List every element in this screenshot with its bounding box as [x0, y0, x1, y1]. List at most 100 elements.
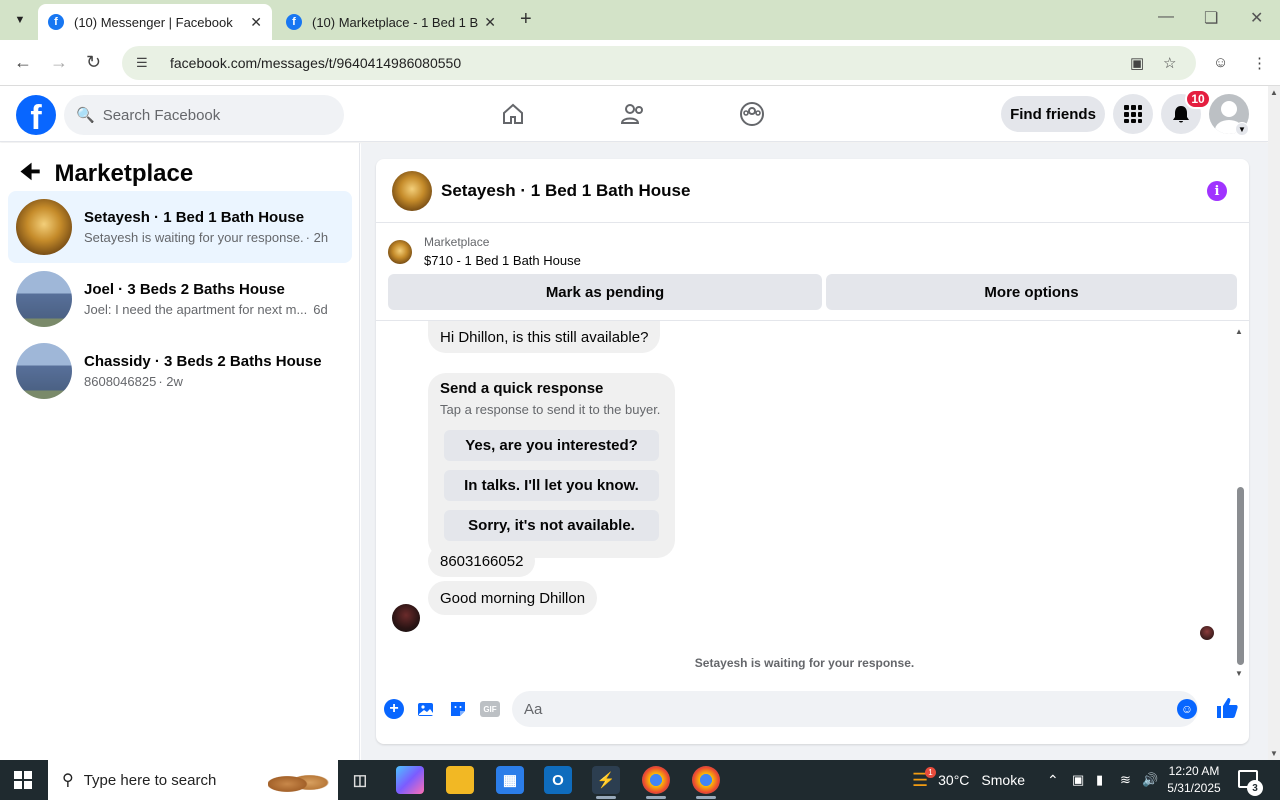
plus-icon[interactable]: +	[384, 699, 404, 719]
site-settings-icon[interactable]: ☰	[136, 55, 154, 71]
listing-thumbnail	[16, 199, 72, 255]
conversation-preview: Joel: I need the apartment for next m...	[84, 302, 308, 317]
browser-menu-icon[interactable]: ⋮	[1252, 54, 1267, 72]
tab-title: (10) Marketplace - 1 Bed 1 Bath	[312, 14, 479, 30]
bookmark-star-icon[interactable]: ☆	[1163, 54, 1176, 72]
sender-avatar[interactable]	[392, 604, 420, 632]
message-input[interactable]: Aa	[512, 691, 1198, 727]
search-placeholder: Search Facebook	[102, 106, 221, 124]
sidebar-header: 🠈 Marketplace	[20, 155, 193, 193]
scroll-up-icon[interactable]: ▲	[1270, 88, 1278, 97]
tab-search-chevron-icon[interactable]: ▼	[8, 8, 32, 32]
search-icon: ⚲	[62, 772, 74, 789]
scroll-up-icon[interactable]: ▲	[1235, 327, 1243, 336]
listing-thumbnail	[388, 239, 412, 264]
quick-response-button[interactable]: Yes, are you interested?	[444, 430, 659, 461]
page-scrollbar[interactable]: ▲ ▼	[1268, 86, 1280, 760]
chrome-icon[interactable]	[642, 766, 670, 799]
search-highlight-image	[268, 766, 332, 796]
facebook-favicon-icon: f	[48, 14, 64, 30]
windows-start-icon[interactable]	[14, 771, 32, 789]
volume-icon[interactable]: 🔊	[1142, 760, 1158, 800]
grid-menu-icon[interactable]	[1113, 94, 1153, 134]
marketplace-sidebar: 🠈 Marketplace Setayesh · 1 Bed 1 Bath Ho…	[0, 143, 360, 760]
quick-response-button[interactable]: Sorry, it's not available.	[444, 510, 659, 541]
meet-now-icon[interactable]: ▣	[1072, 760, 1084, 800]
clock-time: 12:20 AM	[1168, 764, 1220, 778]
store-icon[interactable]: ▦	[496, 766, 524, 794]
listing-summary[interactable]: Marketplace $710 - 1 Bed 1 Bath House	[388, 235, 581, 268]
browser-tab-strip: ▼ f (10) Messenger | Facebook ✕ f (10) M…	[0, 0, 1280, 40]
chevron-down-icon[interactable]: ▼	[1235, 122, 1249, 136]
sticker-icon[interactable]	[448, 699, 468, 719]
back-arrow-icon[interactable]: 🠈	[20, 155, 40, 193]
profile-icon[interactable]: ☺	[1213, 54, 1228, 71]
forward-arrow-icon[interactable]: →	[50, 52, 68, 73]
conversation-time: 6d	[313, 302, 328, 317]
install-app-icon[interactable]: ▣	[1130, 54, 1144, 72]
conversation-item[interactable]: Setayesh · 1 Bed 1 Bath House Setayesh i…	[8, 191, 352, 263]
message-bubble: Hi Dhillon, is this still available?	[428, 321, 661, 353]
tab-title: (10) Messenger | Facebook	[74, 14, 233, 30]
friends-icon[interactable]	[619, 100, 647, 128]
mark-as-pending-button[interactable]: Mark as pending	[388, 274, 822, 310]
conversation-item[interactable]: Chassidy · 3 Beds 2 Baths House 86080468…	[8, 335, 352, 407]
chat-title[interactable]: Setayesh · 1 Bed 1 Bath House	[441, 181, 690, 201]
app-icon[interactable]: ⚡	[592, 766, 620, 799]
quick-response-button[interactable]: In talks. I'll let you know.	[444, 470, 659, 501]
window-close-icon[interactable]: ✕	[1250, 8, 1263, 28]
message-bubble: Good morning Dhillon	[428, 581, 598, 615]
conversation-item[interactable]: Joel · 3 Beds 2 Baths House Joel: I need…	[8, 263, 352, 335]
gif-icon[interactable]: GIF	[480, 701, 500, 717]
scroll-down-icon[interactable]: ▼	[1270, 749, 1278, 758]
browser-tab-messenger[interactable]: f (10) Messenger | Facebook ✕	[38, 4, 272, 40]
waiting-status: Setayesh is waiting for your response.	[694, 656, 915, 670]
task-view-icon[interactable]: ◫	[346, 766, 374, 794]
search-icon: 🔍	[76, 107, 95, 124]
conversation-time: · 2w	[158, 374, 183, 389]
wifi-icon[interactable]: ≋	[1120, 760, 1131, 800]
thumbs-up-icon[interactable]	[1215, 696, 1239, 726]
tab-close-icon[interactable]: ✕	[250, 14, 262, 31]
clock-date: 5/31/2025	[1167, 781, 1221, 795]
scroll-down-icon[interactable]: ▼	[1235, 669, 1243, 678]
facebook-search-input[interactable]: 🔍 Search Facebook	[64, 95, 344, 135]
listing-label: Marketplace	[424, 235, 490, 249]
home-icon[interactable]	[499, 100, 527, 128]
minimize-icon[interactable]: —	[1158, 8, 1174, 26]
conversation-preview: Setayesh is waiting for your response.	[84, 230, 304, 245]
file-explorer-icon[interactable]	[446, 766, 474, 794]
message-placeholder: Aa	[524, 700, 543, 718]
facebook-logo[interactable]: f	[16, 95, 56, 135]
taskbar-clock[interactable]: 12:20 AM 5/31/2025	[1158, 763, 1230, 797]
outlook-icon[interactable]: O	[544, 766, 572, 794]
chat-avatar[interactable]	[392, 170, 432, 211]
weather-temp: 30°C	[938, 772, 970, 788]
back-arrow-icon[interactable]: ←	[14, 52, 32, 73]
photo-icon[interactable]	[416, 699, 436, 719]
address-bar[interactable]: ☰ facebook.com/messages/t/96404149860805…	[122, 46, 1196, 80]
facebook-favicon-icon: f	[286, 14, 302, 30]
tab-close-icon[interactable]: ✕	[484, 14, 496, 31]
new-tab-plus-icon[interactable]: +	[520, 8, 532, 31]
taskbar-search-input[interactable]: ⚲ Type here to search	[48, 760, 338, 800]
listing-thumbnail	[16, 271, 72, 327]
info-icon[interactable]: i	[1207, 181, 1227, 201]
sidebar-title: Marketplace	[54, 160, 194, 187]
more-options-button[interactable]: More options	[826, 274, 1237, 310]
restore-icon[interactable]: ❏	[1204, 8, 1218, 28]
browser-tab-marketplace[interactable]: f (10) Marketplace - 1 Bed 1 Bath ✕	[276, 4, 506, 40]
chrome-profile-icon[interactable]	[692, 766, 720, 799]
scroll-thumb[interactable]	[1237, 487, 1244, 665]
quick-response-panel: Send a quick response Tap a response to …	[428, 373, 675, 558]
weather-widget[interactable]: ☰ 30°C Smoke	[912, 760, 1025, 800]
message-composer: + GIF Aa ☺	[376, 691, 1249, 735]
emoji-icon[interactable]: ☺	[1177, 699, 1197, 719]
reload-icon[interactable]: ↻	[86, 52, 101, 73]
copilot-icon[interactable]	[396, 766, 424, 794]
tray-overflow-chevron-icon[interactable]: ⌃	[1047, 760, 1059, 800]
groups-icon[interactable]	[738, 100, 766, 128]
find-friends-button[interactable]: Find friends	[1001, 96, 1105, 132]
chat-scrollbar[interactable]: ▲ ▼	[1235, 327, 1245, 679]
battery-icon[interactable]: ▮	[1096, 760, 1103, 800]
